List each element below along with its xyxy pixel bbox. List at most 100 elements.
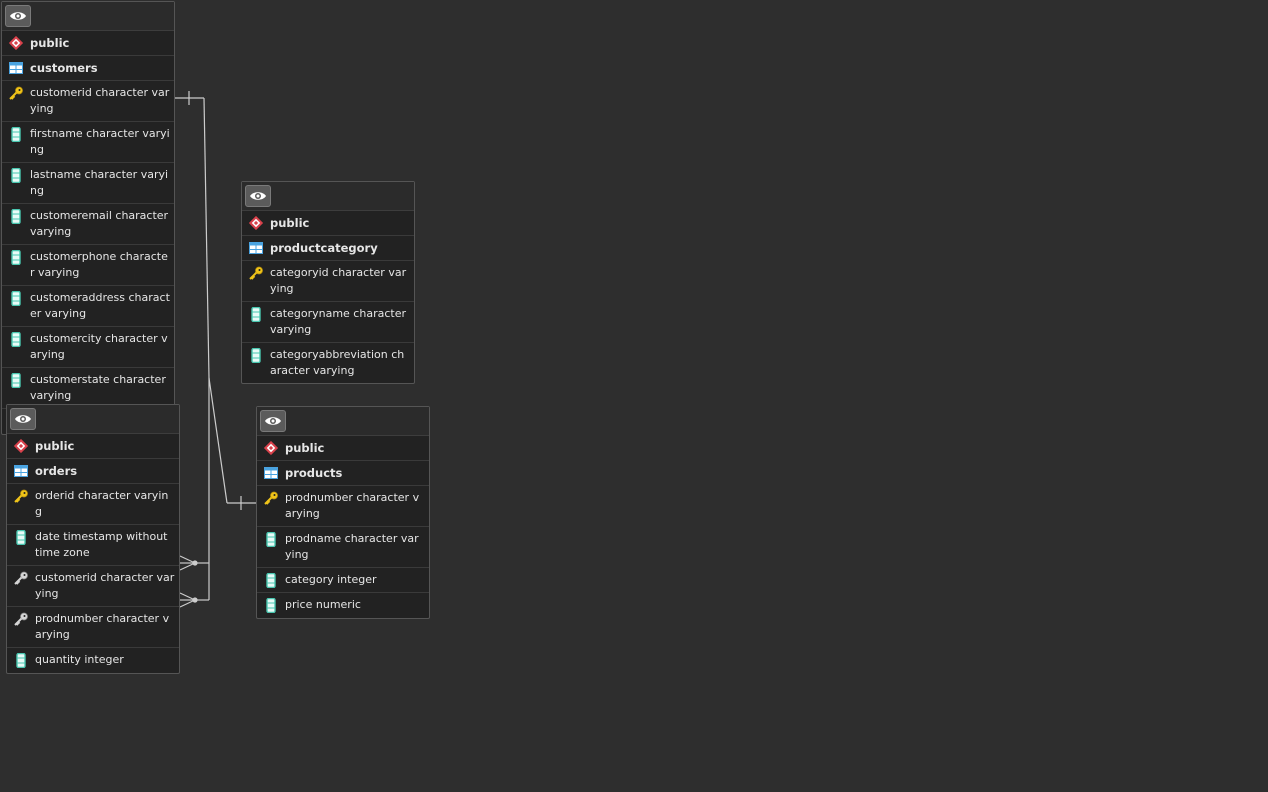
table-name-row-label: products (285, 466, 343, 480)
column-icon (262, 597, 280, 613)
column-row[interactable]: price numeric (257, 593, 429, 618)
schema-row-label: public (30, 36, 70, 50)
column-icon (7, 208, 25, 224)
view-toggle-button[interactable] (5, 5, 31, 27)
column-row-label: price numeric (285, 598, 361, 611)
schema-row[interactable]: public (242, 211, 414, 236)
crowfoot-line (179, 555, 196, 564)
eye-icon (9, 10, 27, 22)
relation-customers-orders[interactable] (175, 91, 210, 571)
table-productcategory[interactable]: public productcategory categoryid characte… (241, 181, 415, 384)
schema-icon (247, 215, 265, 231)
column-row-label: categoryname character varying (270, 307, 406, 336)
table-icon (7, 60, 25, 76)
relation-line (208, 377, 228, 504)
column-row[interactable]: prodnumber character varying (257, 486, 429, 527)
table-customers[interactable]: public customers customerid character vary… (1, 1, 175, 435)
column-icon (7, 372, 25, 388)
column-row[interactable]: categoryabbreviation character varying (242, 343, 414, 383)
table-header (2, 2, 174, 31)
eye-icon (264, 415, 282, 427)
table-icon (12, 463, 30, 479)
column-row[interactable]: category integer (257, 568, 429, 593)
column-row-label: firstname character varying (30, 127, 170, 156)
column-row-label: lastname character varying (30, 168, 169, 197)
column-icon (7, 331, 25, 347)
column-row-label: categoryid character varying (270, 266, 407, 295)
column-row-label: customerid character varying (30, 86, 170, 115)
column-row-label: customercity character varying (30, 332, 168, 361)
column-row-label: categoryabbreviation character varying (270, 348, 405, 377)
table-name-row-label: orders (35, 464, 78, 478)
column-row[interactable]: quantity integer (7, 648, 179, 673)
column-row-label: prodnumber character varying (35, 612, 170, 641)
primary-key-icon (12, 488, 30, 504)
column-row[interactable]: customercity character varying (2, 327, 174, 368)
column-row[interactable]: lastname character varying (2, 163, 174, 204)
table-name-row-label: productcategory (270, 241, 378, 255)
column-row[interactable]: customerstate character varying (2, 368, 174, 409)
table-products[interactable]: public products prodnumber character varyi… (256, 406, 430, 619)
column-icon (7, 126, 25, 142)
column-row-label: orderid character varying (35, 489, 169, 518)
column-icon (262, 531, 280, 547)
column-row[interactable]: customeraddress character varying (2, 286, 174, 327)
table-name-row-label: customers (30, 61, 98, 75)
schema-row-label: public (270, 216, 310, 230)
relationship-lines (175, 91, 256, 608)
column-icon (7, 290, 25, 306)
column-row[interactable]: categoryid character varying (242, 261, 414, 302)
column-row[interactable]: date timestamp without time zone (7, 525, 179, 566)
primary-key-icon (7, 85, 25, 101)
view-toggle-button[interactable] (260, 410, 286, 432)
column-row[interactable]: customerid character varying (7, 566, 179, 607)
column-icon (7, 167, 25, 183)
column-row[interactable]: firstname character varying (2, 122, 174, 163)
crowfoot-line (179, 562, 196, 571)
schema-row[interactable]: public (2, 31, 174, 56)
column-icon (12, 652, 30, 668)
crowfoot-line (179, 592, 196, 601)
column-row-label: prodname character varying (285, 532, 419, 561)
schema-row-label: public (35, 439, 75, 453)
column-row[interactable]: customeremail character varying (2, 204, 174, 245)
column-row[interactable]: orderid character varying (7, 484, 179, 525)
primary-key-icon (262, 490, 280, 506)
table-header (7, 405, 179, 434)
table-icon (262, 465, 280, 481)
table-name-row[interactable]: products (257, 461, 429, 486)
view-toggle-button[interactable] (245, 185, 271, 207)
schema-icon (7, 35, 25, 51)
erd-canvas[interactable]: public customers customerid character vary… (0, 0, 1268, 792)
column-row[interactable]: categoryname character varying (242, 302, 414, 343)
column-row[interactable]: prodnumber character varying (7, 607, 179, 648)
crowfoot-line (179, 599, 196, 608)
schema-row[interactable]: public (257, 436, 429, 461)
schema-icon (262, 440, 280, 456)
column-row[interactable]: customerphone character varying (2, 245, 174, 286)
table-name-row[interactable]: orders (7, 459, 179, 484)
table-icon (247, 240, 265, 256)
column-icon (247, 306, 265, 322)
column-row-label: customerstate character varying (30, 373, 166, 402)
column-row[interactable]: customerid character varying (2, 81, 174, 122)
column-row-label: customeremail character varying (30, 209, 169, 238)
column-icon (247, 347, 265, 363)
view-toggle-button[interactable] (10, 408, 36, 430)
eye-icon (249, 190, 267, 202)
schema-row[interactable]: public (7, 434, 179, 459)
column-row-label: quantity integer (35, 653, 124, 666)
foreign-key-icon (12, 570, 30, 586)
column-row[interactable]: prodname character varying (257, 527, 429, 568)
schema-icon (12, 438, 30, 454)
column-row-label: customeraddress character varying (30, 291, 170, 320)
foreign-key-icon (12, 611, 30, 627)
column-row-label: customerid character varying (35, 571, 175, 600)
relation-products-orders[interactable] (179, 377, 256, 608)
primary-key-icon (247, 265, 265, 281)
table-orders[interactable]: public orders orderid character varying dat… (6, 404, 180, 674)
table-name-row[interactable]: customers (2, 56, 174, 81)
table-name-row[interactable]: productcategory (242, 236, 414, 261)
column-row-label: date timestamp without time zone (35, 530, 168, 559)
column-icon (262, 572, 280, 588)
